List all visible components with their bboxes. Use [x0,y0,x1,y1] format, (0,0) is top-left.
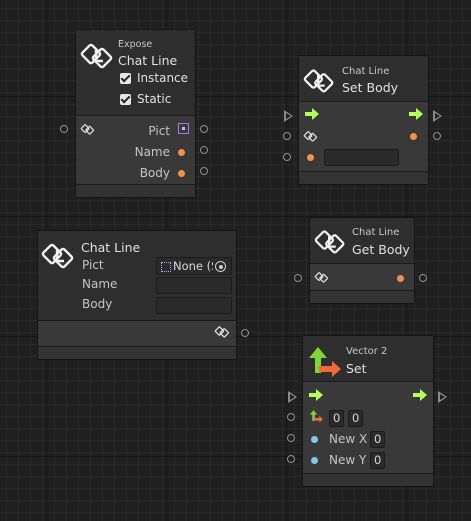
field-label-body: Body [82,297,113,311]
body-input-port[interactable] [307,154,314,161]
node-footer [76,184,195,197]
instance-label: Instance [137,71,189,85]
name-text-field[interactable] [156,277,232,294]
pict-object-field[interactable]: None (S [156,257,232,275]
header-divider [38,320,236,321]
body-output-port[interactable] [397,275,404,282]
new-x-field[interactable]: 0 [370,431,385,448]
vector2-icon [309,410,323,423]
expose-pict-output-port[interactable] [200,125,208,133]
vector2-set-node[interactable]: Vector 2 Set 0 0 New X 0 New Y 0 [302,335,434,487]
node-title: Set [346,361,367,376]
unity-logo-icon [80,43,113,69]
unity-logo-icon [214,326,229,338]
object-field-picker-icon[interactable] [215,261,226,272]
expose-node[interactable]: Expose Chat Line Instance Static Pict Na… [75,29,196,198]
sprite-object-icon [161,262,171,272]
node-subtitle: Vector 2 [346,346,388,357]
unity-logo-icon [41,243,74,269]
expose-input-port[interactable] [60,125,68,133]
set-body-target-port[interactable] [283,132,291,140]
expose-body-output-port[interactable] [200,167,208,175]
vector2-new-x-input-port[interactable] [287,434,295,442]
field-label-pict: Pict [82,258,104,272]
node-footer [303,473,433,486]
vector2-icon [309,347,341,377]
vector-x-field[interactable]: 0 [329,410,344,427]
header-divider [76,115,195,116]
new-y-port[interactable] [311,457,318,464]
node-subtitle: Expose [118,39,153,50]
vector2-flow-in-port[interactable] [288,391,297,403]
flow-arrow-icon [413,389,427,401]
body-output-port[interactable] [410,133,417,140]
body-text-field[interactable] [324,149,399,166]
node-title: Chat Line [81,240,141,255]
get-body-output-port[interactable] [419,274,427,282]
node-footer [299,171,428,184]
new-x-port[interactable] [311,436,318,443]
set-body-value-port[interactable] [283,153,291,161]
unity-logo-icon [303,69,334,93]
node-title: Chat Line [118,53,178,68]
set-body-flow-out-port[interactable] [433,110,442,122]
new-y-field[interactable]: 0 [370,452,385,469]
name-port[interactable] [178,149,185,156]
get-body-input-port[interactable] [294,274,302,282]
body-port[interactable] [178,170,185,177]
port-label-body: Body [139,166,170,180]
chat-line-output-port[interactable] [241,329,249,337]
vector2-target-port[interactable] [287,413,295,421]
static-label: Static [137,92,172,106]
unity-logo-icon [80,124,94,135]
instance-checkbox[interactable] [120,73,131,84]
unity-logo-icon [314,272,328,283]
flow-arrow-icon [309,389,323,401]
port-label-pict: Pict [148,124,170,138]
node-footer [38,346,236,359]
flow-arrow-icon [305,108,319,120]
vector2-flow-out-port[interactable] [438,391,447,403]
chat-line-node[interactable]: Chat Line Pict None (S Name Body [37,230,237,360]
node-footer [310,290,414,303]
node-title: Set Body [342,80,399,95]
set-body-output-port[interactable] [433,132,441,140]
get-body-node[interactable]: Chat Line Get Body [309,217,415,304]
static-checkbox[interactable] [120,94,131,105]
unity-logo-icon [314,230,345,254]
vector-y-field[interactable]: 0 [348,410,363,427]
vector2-new-y-input-port[interactable] [287,455,295,463]
new-y-label: New Y [329,453,367,467]
unity-logo-icon [303,131,317,142]
header-divider [310,263,414,264]
set-body-flow-in-port[interactable] [284,110,293,122]
new-x-label: New X [329,432,368,446]
set-body-node[interactable]: Chat Line Set Body [298,55,429,185]
expose-name-output-port[interactable] [200,146,208,154]
header-divider [299,101,428,102]
body-text-field[interactable] [156,297,232,314]
object-port-icon[interactable] [178,123,189,134]
field-label-name: Name [82,277,118,291]
port-label-name: Name [134,145,170,159]
node-subtitle: Chat Line [342,66,390,77]
header-divider [303,381,433,382]
flow-arrow-icon [409,108,423,120]
node-subtitle: Chat Line [352,227,400,238]
node-title: Get Body [352,242,410,257]
